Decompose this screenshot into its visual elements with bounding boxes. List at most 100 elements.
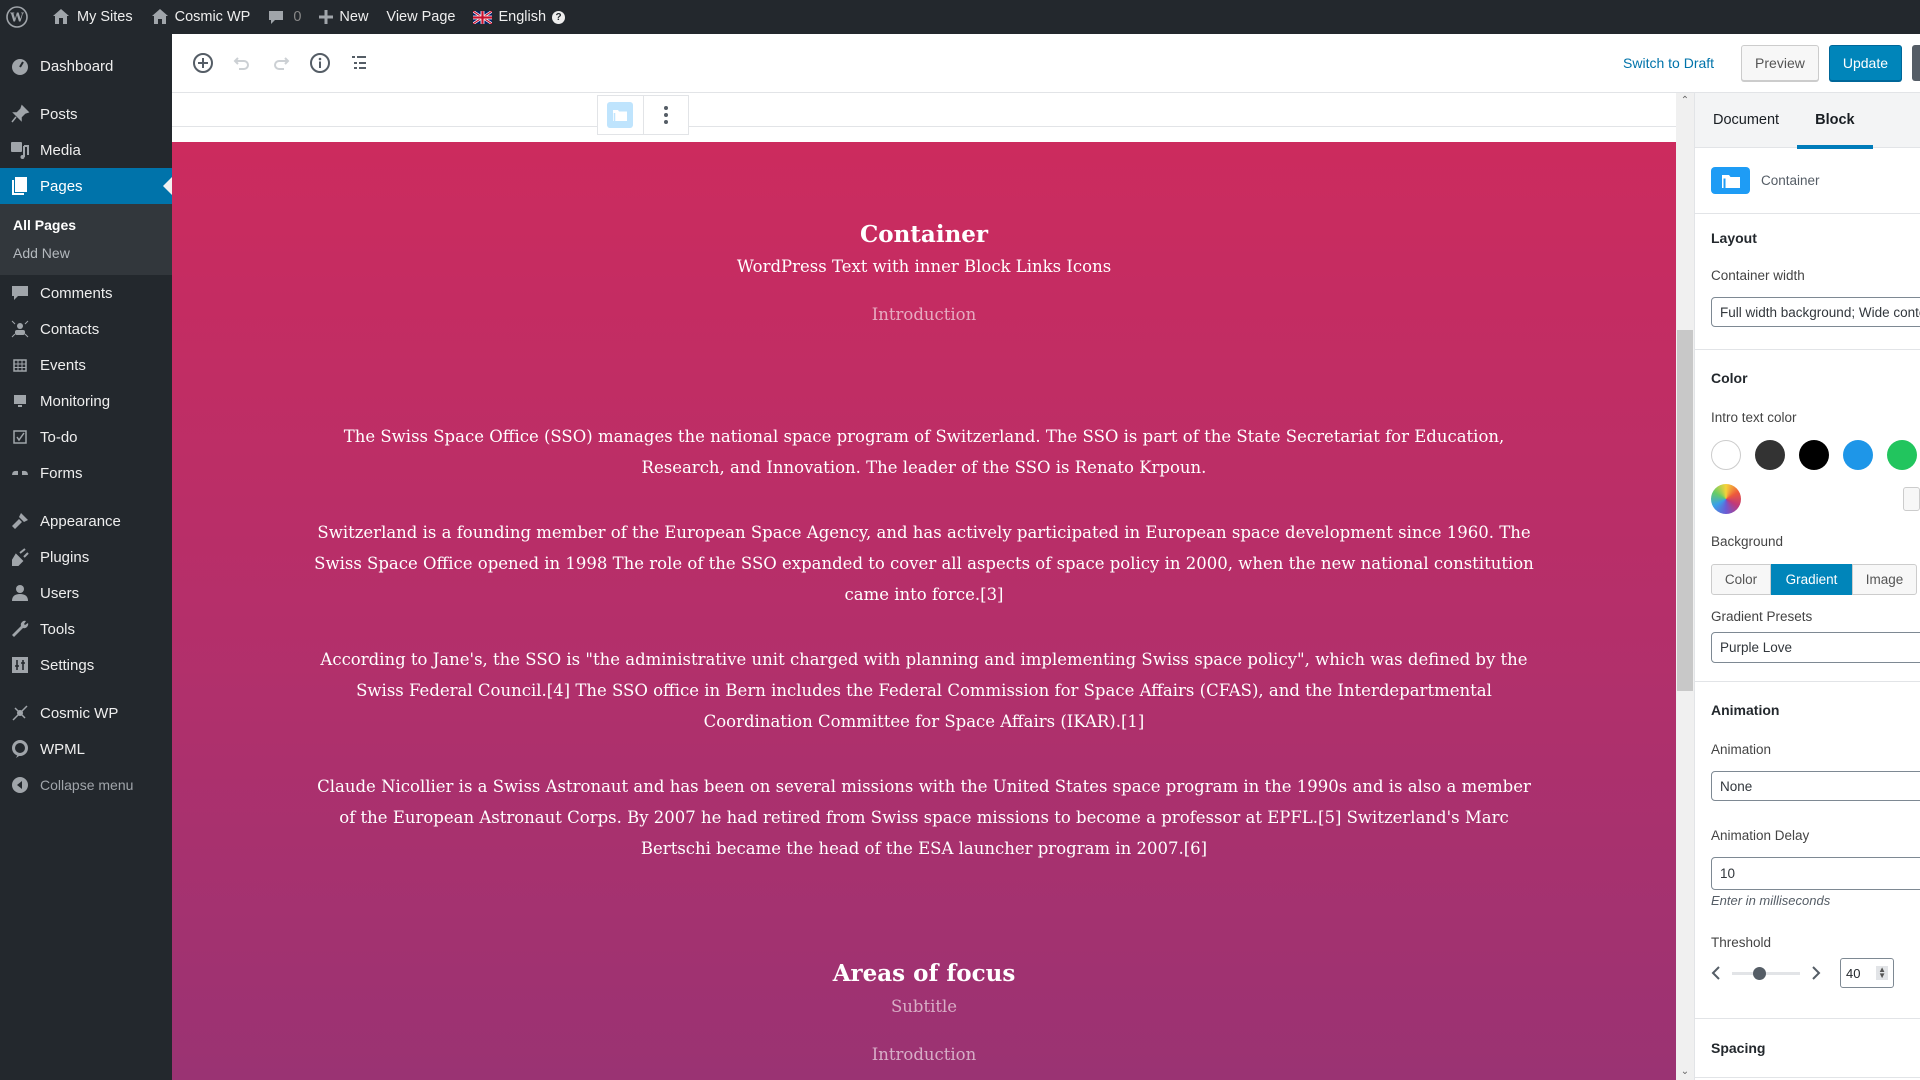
user-icon	[10, 583, 30, 603]
sidebar-item-events[interactable]: Events	[0, 347, 172, 383]
custom-color-picker[interactable]	[1711, 484, 1741, 514]
sidebar-item-settings[interactable]: Settings	[0, 647, 172, 683]
clear-color-button[interactable]	[1903, 487, 1920, 511]
add-block-button[interactable]	[184, 44, 222, 82]
svg-text:W: W	[9, 11, 24, 25]
spinner-icon[interactable]: ▲ ▼	[1876, 966, 1888, 980]
scrollbar-thumb[interactable]	[1677, 330, 1693, 691]
section-intro[interactable]: Introduction	[172, 1045, 1676, 1064]
view-page-link[interactable]: View Page	[377, 0, 464, 34]
paragraph[interactable]: The Swiss Space Office (SSO) manages the…	[312, 421, 1536, 483]
paragraph[interactable]: Claude Nicollier is a Swiss Astronaut an…	[312, 771, 1536, 864]
language-switcher[interactable]: English ?	[464, 0, 574, 34]
update-button[interactable]: Update	[1828, 45, 1902, 81]
redo-icon	[274, 57, 290, 70]
sidebar-item-posts[interactable]: Posts	[0, 96, 172, 132]
new-content-menu[interactable]: New	[310, 0, 377, 34]
swatch-white[interactable]	[1711, 440, 1741, 470]
redo-button[interactable]	[262, 44, 300, 82]
spacing-panel-title[interactable]: Spacing	[1711, 1019, 1920, 1077]
container-width-select[interactable]: Full width background; Wide content	[1711, 297, 1920, 327]
media-icon	[10, 140, 30, 160]
container-title[interactable]: Container	[172, 221, 1676, 248]
collapse-menu-button[interactable]: Collapse menu	[0, 767, 172, 803]
intro-text-color-label: Intro text color	[1711, 410, 1797, 425]
sidebar-item-monitoring[interactable]: Monitoring	[0, 383, 172, 419]
color-panel-title[interactable]: Color	[1711, 350, 1920, 406]
editor-canvas: Container WordPress Text with inner Bloc…	[172, 93, 1676, 1080]
gradient-presets-select[interactable]: Purple Love	[1711, 632, 1920, 663]
threshold-slider[interactable]	[1732, 966, 1800, 980]
animation-panel-title[interactable]: Animation	[1711, 682, 1920, 738]
wordpress-logo-button[interactable]: W	[0, 0, 42, 34]
tab-document[interactable]: Document	[1695, 93, 1797, 148]
wpml-icon	[10, 739, 30, 759]
help-icon[interactable]: ?	[552, 10, 566, 24]
block-navigation-button[interactable]	[340, 44, 378, 82]
swatch-dark-gray[interactable]	[1755, 440, 1785, 470]
container-block[interactable]: Container WordPress Text with inner Bloc…	[172, 142, 1676, 1080]
wordpress-icon: W	[6, 6, 28, 28]
chevron-right-icon[interactable]	[1811, 965, 1821, 981]
sidebar-item-contacts[interactable]: Contacts	[0, 311, 172, 347]
preview-button[interactable]: Preview	[1741, 45, 1819, 81]
site-name-label: Cosmic WP	[174, 9, 251, 25]
swatch-black[interactable]	[1799, 440, 1829, 470]
threshold-number-input[interactable]: 40 ▲ ▼	[1840, 958, 1894, 988]
content-info-button[interactable]	[301, 44, 339, 82]
sidebar-item-media[interactable]: Media	[0, 132, 172, 168]
comments-menu[interactable]: 0	[259, 0, 310, 34]
background-image-option[interactable]: Image	[1852, 564, 1917, 595]
sidebar-item-appearance[interactable]: Appearance	[0, 503, 172, 539]
language-label: English	[498, 9, 547, 25]
switch-to-draft-button[interactable]: Switch to Draft	[1623, 55, 1714, 71]
sidebar-item-label: Comments	[40, 284, 113, 302]
sidebar-item-forms[interactable]: Forms	[0, 455, 172, 491]
sidebar-item-pages[interactable]: Pages	[0, 168, 172, 204]
background-color-option[interactable]: Color	[1711, 564, 1771, 595]
sidebar-item-wpml[interactable]: WPML	[0, 731, 172, 767]
background-label: Background	[1711, 534, 1784, 549]
sidebar-item-label: To-do	[40, 428, 78, 446]
settings-toggle-button[interactable]	[1912, 45, 1920, 81]
submenu-all-pages[interactable]: All Pages	[0, 211, 172, 239]
paragraph[interactable]: Switzerland is a founding member of the …	[312, 517, 1536, 610]
paragraph[interactable]: According to Jane's, the SSO is "the adm…	[312, 644, 1536, 737]
swatch-green[interactable]	[1887, 440, 1917, 470]
section-subtitle[interactable]: Subtitle	[172, 997, 1676, 1016]
undo-button[interactable]	[223, 44, 261, 82]
tab-block[interactable]: Block	[1797, 93, 1873, 149]
threshold-slider-thumb[interactable]	[1753, 966, 1767, 980]
sidebar-item-plugins[interactable]: Plugins	[0, 539, 172, 575]
wrench-icon	[10, 619, 30, 639]
plus-icon	[319, 10, 334, 24]
sidebar-item-comments[interactable]: Comments	[0, 275, 172, 311]
sidebar-item-todo[interactable]: To-do	[0, 419, 172, 455]
layout-panel-title[interactable]: Layout	[1711, 214, 1920, 262]
pages-icon	[10, 176, 30, 196]
container-subtitle[interactable]: WordPress Text with inner Block Links Ic…	[172, 257, 1676, 276]
sidebar-item-users[interactable]: Users	[0, 575, 172, 611]
site-name-menu[interactable]: Cosmic WP	[142, 0, 260, 34]
animation-select[interactable]: None	[1711, 771, 1920, 801]
my-sites-menu[interactable]: My Sites	[42, 0, 142, 34]
layout-panel: Layout Container width Full width backgr…	[1695, 214, 1920, 350]
scroll-down-arrow-icon[interactable]: ⌄	[1676, 1064, 1694, 1080]
sidebar-item-tools[interactable]: Tools	[0, 611, 172, 647]
sidebar-item-dashboard[interactable]: Dashboard	[0, 48, 172, 84]
section-title[interactable]: Areas of focus	[172, 960, 1676, 987]
animation-panel: Animation Animation None Animation Delay…	[1695, 682, 1920, 1019]
dashboard-icon	[10, 56, 30, 76]
container-intro[interactable]: Introduction	[172, 305, 1676, 324]
chevron-left-icon[interactable]	[1711, 965, 1721, 981]
sidebar-item-cosmic-wp[interactable]: Cosmic WP	[0, 695, 172, 731]
more-options-button[interactable]	[642, 96, 688, 134]
swatch-blue[interactable]	[1843, 440, 1873, 470]
color-panel: Color Intro text color Background Color …	[1695, 350, 1920, 682]
block-type-button[interactable]	[598, 96, 643, 134]
background-gradient-option[interactable]: Gradient	[1771, 564, 1852, 595]
canvas-scrollbar[interactable]: ⌃ ⌄	[1676, 93, 1694, 1080]
animation-delay-input[interactable]: 10	[1711, 857, 1920, 890]
submenu-add-new[interactable]: Add New	[0, 239, 172, 267]
scroll-up-arrow-icon[interactable]: ⌃	[1676, 93, 1694, 109]
